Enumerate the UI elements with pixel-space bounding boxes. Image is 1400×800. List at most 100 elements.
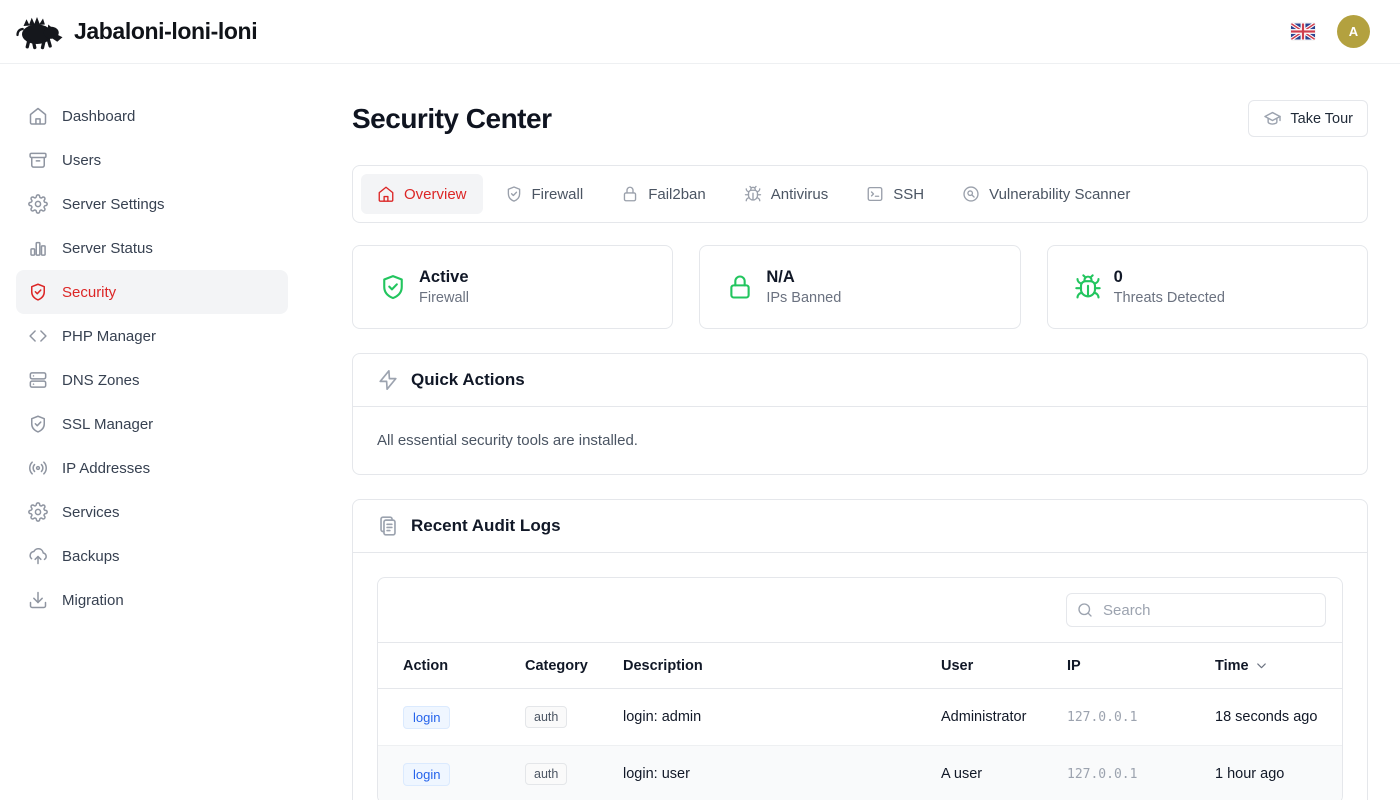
column-header-user[interactable]: User — [929, 643, 1055, 689]
sidebar-item-dashboard[interactable]: Dashboard — [16, 94, 288, 138]
column-header-time[interactable]: Time — [1203, 643, 1342, 689]
table-header-row: ActionCategoryDescriptionUserIPTime — [378, 643, 1342, 689]
stat-label: IPs Banned — [766, 290, 841, 306]
brand[interactable]: Jabaloni-loni-loni — [16, 13, 257, 51]
scan-search-icon — [962, 185, 980, 203]
tab-ssh[interactable]: SSH — [850, 174, 940, 214]
broadcast-icon — [28, 458, 48, 478]
tab-overview[interactable]: Overview — [361, 174, 483, 214]
search-input[interactable] — [1066, 593, 1326, 627]
audit-logs-card: Recent Audit Logs — [352, 499, 1368, 800]
user-avatar[interactable]: A — [1337, 15, 1370, 48]
tab-antivirus[interactable]: Antivirus — [728, 174, 845, 214]
user-cell: Administrator — [941, 709, 1026, 725]
sidebar: Dashboard Users Server Settings Server Stat… — [0, 64, 304, 800]
shield-check-icon — [379, 273, 407, 301]
tab-label: Overview — [404, 186, 467, 203]
sidebar-item-label: Migration — [62, 592, 124, 609]
page-title: Security Center — [352, 103, 551, 135]
documents-icon — [377, 515, 399, 537]
stat-value: 0 — [1114, 268, 1225, 287]
category-badge: auth — [525, 763, 567, 785]
tab-vulnerability-scanner[interactable]: Vulnerability Scanner — [946, 174, 1146, 214]
app-title: Jabaloni-loni-loni — [74, 18, 257, 45]
sidebar-item-label: PHP Manager — [62, 328, 156, 345]
lightning-icon — [377, 369, 399, 391]
terminal-icon — [866, 185, 884, 203]
description-cell: login: user — [623, 766, 690, 782]
lock-icon — [726, 273, 754, 301]
audit-table-container: ActionCategoryDescriptionUserIPTime logi… — [377, 577, 1343, 800]
stat-card-firewall: ActiveFirewall — [352, 245, 673, 329]
home-icon — [377, 185, 395, 203]
archive-icon — [28, 150, 48, 170]
quick-actions-header: Quick Actions — [353, 354, 1367, 407]
quick-actions-card: Quick Actions All essential security too… — [352, 353, 1368, 475]
sidebar-item-label: Services — [62, 504, 120, 521]
sidebar-item-server-settings[interactable]: Server Settings — [16, 182, 288, 226]
tab-label: Fail2ban — [648, 186, 706, 203]
column-header-ip[interactable]: IP — [1055, 643, 1203, 689]
gear-icon — [28, 194, 48, 214]
time-cell: 18 seconds ago — [1215, 709, 1317, 725]
tab-label: Firewall — [532, 186, 584, 203]
tab-label: Antivirus — [771, 186, 829, 203]
stat-card-ips-banned: N/AIPs Banned — [699, 245, 1020, 329]
sidebar-item-ip-addresses[interactable]: IP Addresses — [16, 446, 288, 490]
sidebar-item-label: IP Addresses — [62, 460, 150, 477]
tab-firewall[interactable]: Firewall — [489, 174, 600, 214]
security-tabs: Overview Firewall Fail2ban Antivirus SSH Vuln… — [352, 165, 1368, 223]
download-icon — [28, 590, 48, 610]
sidebar-item-label: Users — [62, 152, 101, 169]
sidebar-item-label: Server Settings — [62, 196, 165, 213]
audit-logs-title: Recent Audit Logs — [411, 516, 561, 536]
search-icon — [1076, 601, 1094, 619]
sidebar-item-label: Dashboard — [62, 108, 135, 125]
table-row: loginauthlogin: userA user127.0.0.11 hou… — [378, 746, 1342, 800]
sidebar-item-users[interactable]: Users — [16, 138, 288, 182]
tab-fail2ban[interactable]: Fail2ban — [605, 174, 722, 214]
boar-logo-icon — [16, 13, 64, 51]
sidebar-item-php-manager[interactable]: PHP Manager — [16, 314, 288, 358]
sidebar-item-label: Backups — [62, 548, 120, 565]
column-header-action[interactable]: Action — [378, 643, 513, 689]
home-icon — [28, 106, 48, 126]
stat-card-threats-detected: 0 Threats Detected — [1047, 245, 1368, 329]
code-icon — [28, 326, 48, 346]
column-header-category[interactable]: Category — [513, 643, 611, 689]
sidebar-item-migration[interactable]: Migration — [16, 578, 288, 622]
table-row: loginauthlogin: adminAdministrator127.0.… — [378, 689, 1342, 746]
shield-check-icon — [505, 185, 523, 203]
audit-logs-body: ActionCategoryDescriptionUserIPTime logi… — [353, 553, 1367, 800]
sidebar-item-security[interactable]: Security — [16, 270, 288, 314]
tab-label: SSH — [893, 186, 924, 203]
take-tour-button[interactable]: Take Tour — [1248, 100, 1368, 137]
sidebar-item-ssl-manager[interactable]: SSL Manager — [16, 402, 288, 446]
sidebar-item-label: Server Status — [62, 240, 153, 257]
shield-check-icon — [28, 414, 48, 434]
sidebar-item-backups[interactable]: Backups — [16, 534, 288, 578]
take-tour-label: Take Tour — [1290, 111, 1353, 127]
main-content: Security Center Take Tour Overview Firewa… — [304, 64, 1400, 800]
ip-cell: 127.0.0.1 — [1067, 767, 1137, 782]
app-shell: Dashboard Users Server Settings Server Stat… — [0, 64, 1400, 800]
stat-label: Threats Detected — [1114, 290, 1225, 306]
audit-table-toolbar — [378, 578, 1342, 642]
shield-check-icon — [28, 282, 48, 302]
quick-actions-body: All essential security tools are install… — [353, 407, 1367, 474]
category-badge: auth — [525, 706, 567, 728]
column-header-description[interactable]: Description — [611, 643, 929, 689]
stat-value: Active — [419, 268, 469, 287]
uk-flag-icon[interactable] — [1291, 23, 1315, 40]
bug-icon — [744, 185, 762, 203]
lock-icon — [621, 185, 639, 203]
gear-icon — [28, 502, 48, 522]
sidebar-item-server-status[interactable]: Server Status — [16, 226, 288, 270]
topbar-right: A — [1291, 15, 1384, 48]
sidebar-item-label: SSL Manager — [62, 416, 153, 433]
sidebar-item-services[interactable]: Services — [16, 490, 288, 534]
bug-icon — [1074, 273, 1102, 301]
search-box — [1066, 593, 1326, 627]
sidebar-item-dns-zones[interactable]: DNS Zones — [16, 358, 288, 402]
sidebar-item-label: Security — [62, 284, 116, 301]
